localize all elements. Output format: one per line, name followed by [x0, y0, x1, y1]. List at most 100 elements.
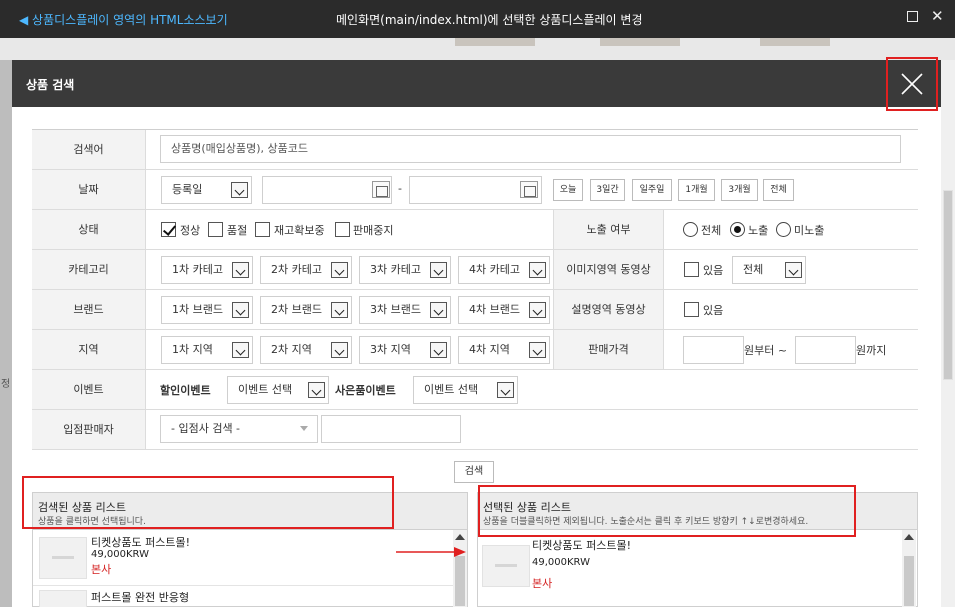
- quick-1month-button[interactable]: 1개월: [678, 179, 715, 201]
- status-stopped-label: 판매중지: [353, 224, 394, 237]
- region-1-select[interactable]: 1차 지역: [161, 336, 253, 364]
- background-left-edge: 정 ∞: [0, 60, 12, 607]
- category-3-select[interactable]: 3차 카테고: [359, 256, 451, 284]
- chevron-down-icon: [331, 302, 348, 318]
- list-item[interactable]: 퍼스트몰 완전 반응형: [33, 585, 467, 607]
- gift-event-select[interactable]: 이벤트 선택: [413, 376, 518, 404]
- event-label: 이벤트: [32, 370, 146, 409]
- category-4-select[interactable]: 4차 카테고: [458, 256, 550, 284]
- calendar-icon[interactable]: [520, 181, 538, 198]
- desc-video-check-label: 있음: [703, 304, 724, 317]
- product-name: 퍼스트몰 완전 반응형: [91, 591, 190, 604]
- desc-video-label: 설명영역 동영상: [553, 290, 664, 329]
- list-item[interactable]: 티켓상품도 퍼스트몰! 49,000KRW 본사: [478, 532, 917, 592]
- exposure-hidden-label: 미노출: [794, 224, 825, 237]
- keyword-input[interactable]: 상품명(매입상품명), 상품코드: [160, 135, 901, 163]
- price-to-input[interactable]: [795, 336, 856, 364]
- status-soldout-checkbox[interactable]: [208, 222, 223, 237]
- brand-4-select[interactable]: 4차 브랜드: [458, 296, 550, 324]
- row-date: 날짜 등록일 - 오늘 3일간 일주일 1개월 3개월 전체: [32, 170, 918, 210]
- chevron-down-icon: [232, 342, 249, 358]
- date-type-select[interactable]: 등록일: [161, 176, 252, 204]
- list-item[interactable]: 티켓상품도 퍼스트몰! 49,000KRW 본사: [33, 532, 467, 584]
- brand-3-select[interactable]: 3차 브랜드: [359, 296, 451, 324]
- close-icon[interactable]: ✕: [931, 7, 944, 25]
- calendar-icon[interactable]: [372, 181, 390, 198]
- select-value: 2차 카테고: [271, 263, 322, 276]
- scrollbar-thumb[interactable]: [904, 556, 914, 606]
- modal-close-button[interactable]: [886, 57, 938, 111]
- select-value: 1차 지역: [172, 343, 213, 356]
- product-shop: 본사: [532, 577, 553, 590]
- desc-video-checkbox[interactable]: [684, 302, 699, 317]
- region-4-select[interactable]: 4차 지역: [458, 336, 550, 364]
- search-form: 검색어 상품명(매입상품명), 상품코드 날짜 등록일 - 오늘 3일간 일주일…: [32, 129, 918, 450]
- date-type-value: 등록일: [172, 183, 203, 196]
- quick-week-button[interactable]: 일주일: [632, 179, 672, 201]
- scroll-up-icon[interactable]: [904, 534, 914, 540]
- exposure-shown-label: 노출: [748, 224, 769, 237]
- chevron-down-icon: [300, 426, 308, 431]
- quick-3months-button[interactable]: 3개월: [721, 179, 758, 201]
- exposure-all-label: 전체: [701, 224, 722, 237]
- quick-today-button[interactable]: 오늘: [553, 179, 583, 201]
- exposure-hidden-radio[interactable]: [776, 222, 791, 237]
- chevron-down-icon: [232, 302, 249, 318]
- chevron-down-icon: [497, 382, 514, 398]
- brand-2-select[interactable]: 2차 브랜드: [260, 296, 352, 324]
- row-seller: 입점판매자 - 입점사 검색 -: [32, 410, 918, 450]
- quick-3days-button[interactable]: 3일간: [590, 179, 625, 201]
- keyword-label: 검색어: [32, 130, 146, 169]
- page-scrollbar[interactable]: [941, 60, 955, 607]
- category-2-select[interactable]: 2차 카테고: [260, 256, 352, 284]
- brand-1-select[interactable]: 1차 브랜드: [161, 296, 253, 324]
- select-value: 전체: [743, 263, 764, 276]
- annotation-arrow-icon: [396, 547, 466, 557]
- product-shop: 본사: [91, 563, 112, 576]
- chevron-down-icon: [529, 342, 546, 358]
- price-to-suffix: 원까지: [856, 344, 887, 357]
- maximize-icon[interactable]: [907, 11, 918, 22]
- select-value: 4차 브랜드: [469, 303, 520, 316]
- seller-search-input[interactable]: [321, 415, 461, 443]
- annotation-box: [22, 476, 394, 529]
- quick-all-button[interactable]: 전체: [763, 179, 794, 201]
- select-value: 3차 카테고: [370, 263, 421, 276]
- chevron-down-icon: [430, 262, 447, 278]
- status-stopped-checkbox[interactable]: [335, 222, 350, 237]
- status-soldout-label: 품절: [227, 224, 248, 237]
- status-normal-checkbox[interactable]: [161, 222, 176, 237]
- image-video-checkbox[interactable]: [684, 262, 699, 277]
- search-button[interactable]: 검색: [454, 461, 494, 483]
- html-source-link[interactable]: ◀ 상품디스플레이 영역의 HTML소스보기: [19, 11, 228, 28]
- price-from-suffix: 원부터 ~: [744, 344, 788, 357]
- discount-event-select[interactable]: 이벤트 선택: [227, 376, 329, 404]
- scrollbar-thumb[interactable]: [455, 556, 465, 606]
- category-1-select[interactable]: 1차 카테고: [161, 256, 253, 284]
- region-2-select[interactable]: 2차 지역: [260, 336, 352, 364]
- chevron-down-icon: [331, 262, 348, 278]
- selected-list-scrollbar[interactable]: [902, 530, 916, 607]
- price-from-input[interactable]: [683, 336, 744, 364]
- status-restocking-label: 재고확보중: [274, 224, 325, 237]
- modal-header: 상품 검색: [12, 57, 941, 111]
- image-video-select[interactable]: 전체: [732, 256, 806, 284]
- seller-label: 입점판매자: [32, 410, 146, 449]
- page-scrollbar-thumb[interactable]: [943, 190, 953, 380]
- select-value: 3차 지역: [370, 343, 411, 356]
- select-value: 2차 지역: [271, 343, 312, 356]
- window-titlebar: ◀ 상품디스플레이 영역의 HTML소스보기 메인화면(main/index.h…: [0, 0, 955, 38]
- row-keyword: 검색어 상품명(매입상품명), 상품코드: [32, 130, 918, 170]
- chevron-down-icon: [331, 342, 348, 358]
- select-value: 3차 브랜드: [370, 303, 421, 316]
- status-restocking-checkbox[interactable]: [255, 222, 270, 237]
- region-3-select[interactable]: 3차 지역: [359, 336, 451, 364]
- chevron-down-icon: [529, 262, 546, 278]
- background-text: 정: [1, 379, 11, 390]
- scroll-up-icon[interactable]: [455, 534, 465, 540]
- region-label: 지역: [32, 330, 146, 369]
- exposure-shown-radio[interactable]: [730, 222, 745, 237]
- seller-search-select[interactable]: - 입점사 검색 -: [160, 415, 318, 443]
- exposure-all-radio[interactable]: [683, 222, 698, 237]
- searched-list-scrollbar[interactable]: [453, 530, 467, 607]
